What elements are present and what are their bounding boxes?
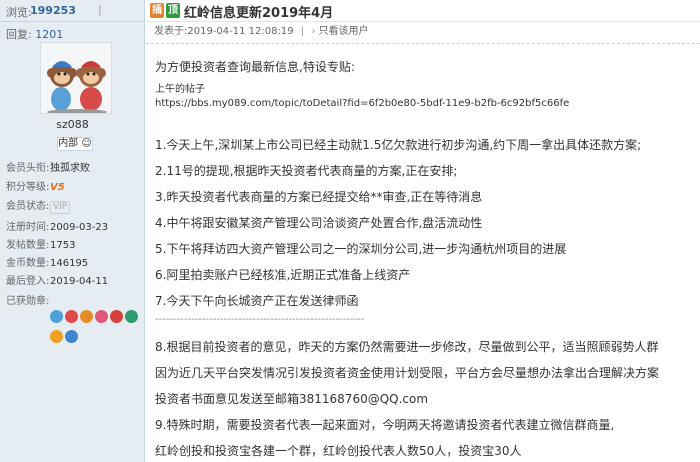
medal-icon[interactable] [50,330,63,343]
medal-icon[interactable] [95,310,108,323]
list-item: 4.中午将跟安徽某资产管理公司洽谈资产处置合作,盘活流动性 [155,216,483,230]
list-item: 投资者书面意见发送至邮箱381168760@QQ.com [155,392,429,406]
medal-list [50,310,140,350]
coin-count: 金币数量:146195 [6,254,88,269]
inner-button-label: 内部 [58,138,79,149]
list-item: 因为近几天平台突发情况引发投资者资金使用计划受限，平台方会尽量想办法拿出合理解决… [155,366,660,380]
register-date-value: 2009-03-23 [50,222,109,233]
vip-badge: VIP [50,201,71,214]
arrow-right-icon: › [311,26,316,37]
inner-button[interactable]: 内部 ☺ [57,137,93,151]
thread-header: 插 顶 红岭信息更新2019年4月 [146,0,700,22]
medal-icon[interactable] [125,310,138,323]
last-login-value: 2019-04-11 [50,276,109,287]
last-login: 最后登入:2019-04-11 [6,272,108,287]
sticky-badge: 插 [150,3,164,18]
coin-count-value: 146195 [50,258,89,269]
view-count-bar: 浏览: 199253 | [0,0,145,22]
views-value: 199253 [30,4,76,17]
medal-icon[interactable] [65,330,78,343]
monkey-couple-avatar-icon [47,61,107,113]
post-body: 发表于:2019-04-11 12:08:19 | › 只看该用户 为方便投资者… [146,22,700,462]
views-label: 浏览: [6,6,32,19]
member-title-label: 会员头衔: [6,163,50,174]
level-badge: V5 [50,182,65,193]
medal-icon[interactable] [50,310,63,323]
list-item: 7.今天下午向长城资产正在发送律师函 [155,294,359,308]
register-date-label: 注册时间: [6,222,50,233]
member-level: 积分等级:V5 [6,178,65,193]
reply-label: 回复: [6,28,32,41]
only-author-link[interactable]: 只看该用户 [319,26,369,37]
user-icon: ☺ [78,138,92,149]
medals-row: 已获勋章: [6,292,50,307]
member-status: 会员状态: VIP [6,197,71,214]
coin-count-label: 金币数量: [6,258,50,269]
list-item: 1.今天上午,深圳某上市公司已经主动就1.5亿欠款进行初步沟通,约下周一拿出具体… [155,138,642,152]
morning-post-label: 上午的帖子 [155,84,205,95]
post-count-value: 1753 [50,240,76,251]
reply-value: 1201 [35,28,64,41]
avatar[interactable] [40,42,112,114]
medal-icon[interactable] [110,310,123,323]
list-item: 红岭创投和投资宝各建一个群，红岭创投代表人数50人，投资宝30人 [155,444,522,458]
list-item: 2.11号的提现,根据昨天投资者代表商量的方案,正在安排; [155,164,458,178]
member-title-value: 独孤求败 [50,163,90,174]
list-item: 8.根据目前投资者的意见，昨天的方案仍然需要进一步修改，尽量做到公平，适当照顾弱… [155,340,659,354]
list-item: 3.昨天投资者代表商量的方案已经提交给**审查,正在等待消息 [155,190,483,204]
list-item: 6.阿里拍卖账户已经核准,近期正式准备上线资产 [155,268,411,282]
text-divider: ----------------------------------------… [155,314,365,325]
list-item: 9.特殊时期，需要投资者代表一起来面对，今明两天将邀请投资者代表建立微信群商量, [155,418,615,432]
member-status-label: 会员状态: [6,201,50,212]
reply-count: 回复: 1201 [6,26,63,42]
intro-text: 为方便投资者查询最新信息,特设专贴: [155,60,355,74]
member-title: 会员头衔:独孤求败 [6,159,90,174]
post-count: 发帖数量:1753 [6,236,75,251]
username[interactable]: sz088 [0,118,145,131]
thread-title: 红岭信息更新2019年4月 [184,6,334,21]
member-level-label: 积分等级: [6,182,50,193]
topic-link[interactable]: https://bbs.my089.com/topic/toDetail?fid… [155,98,569,109]
meta-separator: | [300,26,305,37]
post-time: 发表于:2019-04-11 12:08:19 [154,26,294,37]
list-item: 5.下午将拜访四大资产管理公司之一的深圳分公司,进一步沟通杭州项目的进展 [155,242,567,256]
medal-icon[interactable] [65,310,78,323]
top-badge: 顶 [166,3,180,18]
medals-label: 已获勋章: [6,296,50,307]
post-meta: 发表于:2019-04-11 12:08:19 | › 只看该用户 [146,22,700,44]
last-login-label: 最后登入: [6,276,50,287]
post-count-label: 发帖数量: [6,240,50,251]
register-date: 注册时间:2009-03-23 [6,218,108,233]
medal-icon[interactable] [80,310,93,323]
user-profile-sidebar: 回复: 1201 sz088 内部 ☺ 会员头衔:独孤求败 积分等级:V5 会员… [0,22,145,462]
separator: | [98,3,102,16]
